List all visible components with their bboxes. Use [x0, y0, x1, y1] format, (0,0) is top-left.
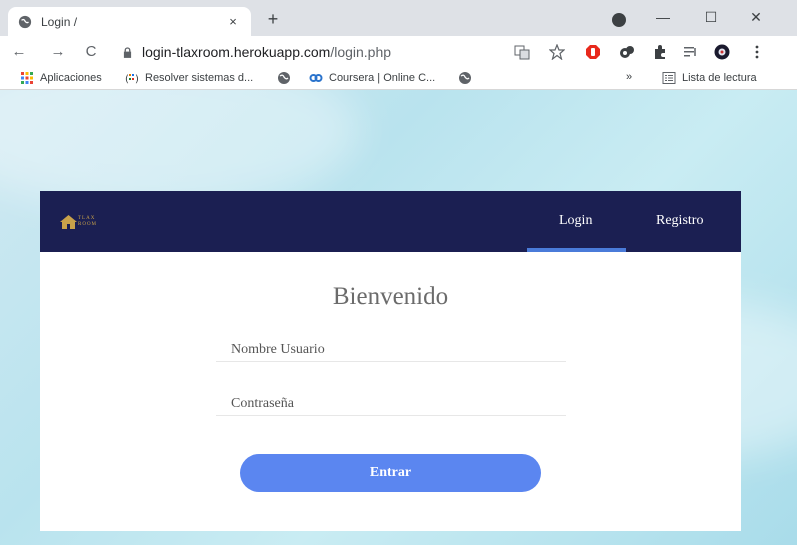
- password-input[interactable]: [216, 394, 566, 414]
- address-bar[interactable]: login-tlaxroom.herokuapp.com/login.php: [113, 40, 541, 64]
- bookmarks-bar: Aplicaciones ( ) Resolver sistemas d... …: [0, 68, 797, 90]
- adblock-icon[interactable]: [585, 44, 601, 60]
- window-maximize-button[interactable]: ☐: [696, 6, 726, 28]
- apps-grid-icon: [21, 72, 33, 84]
- bookmark-resolver[interactable]: ( ) Resolver sistemas d...: [125, 71, 253, 85]
- active-nav-indicator: [527, 248, 626, 252]
- bookmark-favicon-icon: ( ): [125, 74, 139, 85]
- window-minimize-button[interactable]: —: [648, 6, 678, 28]
- profile-indicator-icon[interactable]: [612, 13, 626, 27]
- username-field-wrapper: [216, 340, 566, 362]
- reading-list-label: Lista de lectura: [682, 72, 757, 84]
- nav-register-link[interactable]: Registro: [656, 213, 703, 229]
- svg-text:(: (: [125, 74, 129, 85]
- coursera-icon: [309, 74, 323, 82]
- browser-tab-strip: Login / × + — ☐ ✕: [0, 0, 797, 36]
- profile-avatar-icon[interactable]: [714, 44, 730, 60]
- page-background: TLAX ROOM Login Registro Bienvenido Entr…: [0, 90, 797, 545]
- bookmark-coursera[interactable]: Coursera | Online C...: [309, 71, 435, 85]
- reading-list-icon: [662, 72, 676, 84]
- site-navbar: TLAX ROOM Login Registro: [40, 191, 741, 252]
- reload-button[interactable]: C: [80, 41, 102, 63]
- bookmark-label: Aplicaciones: [40, 72, 102, 84]
- star-bookmark-icon[interactable]: [549, 44, 565, 60]
- nav-login-link[interactable]: Login: [559, 213, 592, 229]
- tab-title: Login /: [41, 14, 78, 29]
- chrome-menu-icon[interactable]: [749, 44, 765, 60]
- submit-button[interactable]: Entrar: [240, 454, 541, 492]
- bookmark-label: Coursera | Online C...: [329, 72, 436, 84]
- reading-list-button[interactable]: Lista de lectura: [662, 71, 757, 85]
- bookmark-globe-2[interactable]: [458, 71, 478, 85]
- globe-icon: [18, 15, 32, 28]
- translate-icon[interactable]: [514, 44, 530, 60]
- globe-icon: [459, 72, 471, 84]
- browser-toolbar: ← → C login-tlaxroom.herokuapp.com/login…: [0, 36, 797, 68]
- puzzle-extensions-icon[interactable]: [652, 44, 668, 60]
- url-path: /login.php: [330, 44, 392, 60]
- login-card: TLAX ROOM Login Registro Bienvenido Entr…: [40, 191, 741, 531]
- password-field-wrapper: [216, 394, 566, 416]
- bookmark-apps[interactable]: Aplicaciones: [20, 71, 102, 85]
- site-logo[interactable]: TLAX ROOM: [60, 215, 100, 229]
- welcome-heading: Bienvenido: [332, 283, 449, 310]
- username-input[interactable]: [216, 340, 566, 360]
- bookmarks-overflow-label: »: [626, 71, 633, 83]
- extension-icon[interactable]: [619, 44, 635, 60]
- url-host: login-tlaxroom.herokuapp.com: [142, 44, 331, 60]
- forward-button[interactable]: →: [47, 41, 69, 63]
- globe-icon: [278, 72, 290, 84]
- new-tab-button[interactable]: +: [262, 9, 284, 30]
- bookmark-label: Resolver sistemas d...: [145, 72, 254, 84]
- back-button[interactable]: ←: [8, 41, 30, 63]
- tab-close-icon[interactable]: ×: [225, 14, 241, 29]
- svg-text:): ): [135, 74, 139, 85]
- media-queue-icon[interactable]: [683, 44, 699, 60]
- house-logo-icon: [60, 215, 77, 229]
- logo-text: TLAX ROOM: [78, 216, 98, 227]
- lock-icon: [123, 46, 132, 58]
- bookmarks-overflow-button[interactable]: »: [626, 71, 632, 83]
- bookmark-globe-1[interactable]: [277, 71, 297, 85]
- window-close-button[interactable]: ✕: [741, 6, 771, 28]
- browser-tab[interactable]: Login / ×: [8, 7, 251, 36]
